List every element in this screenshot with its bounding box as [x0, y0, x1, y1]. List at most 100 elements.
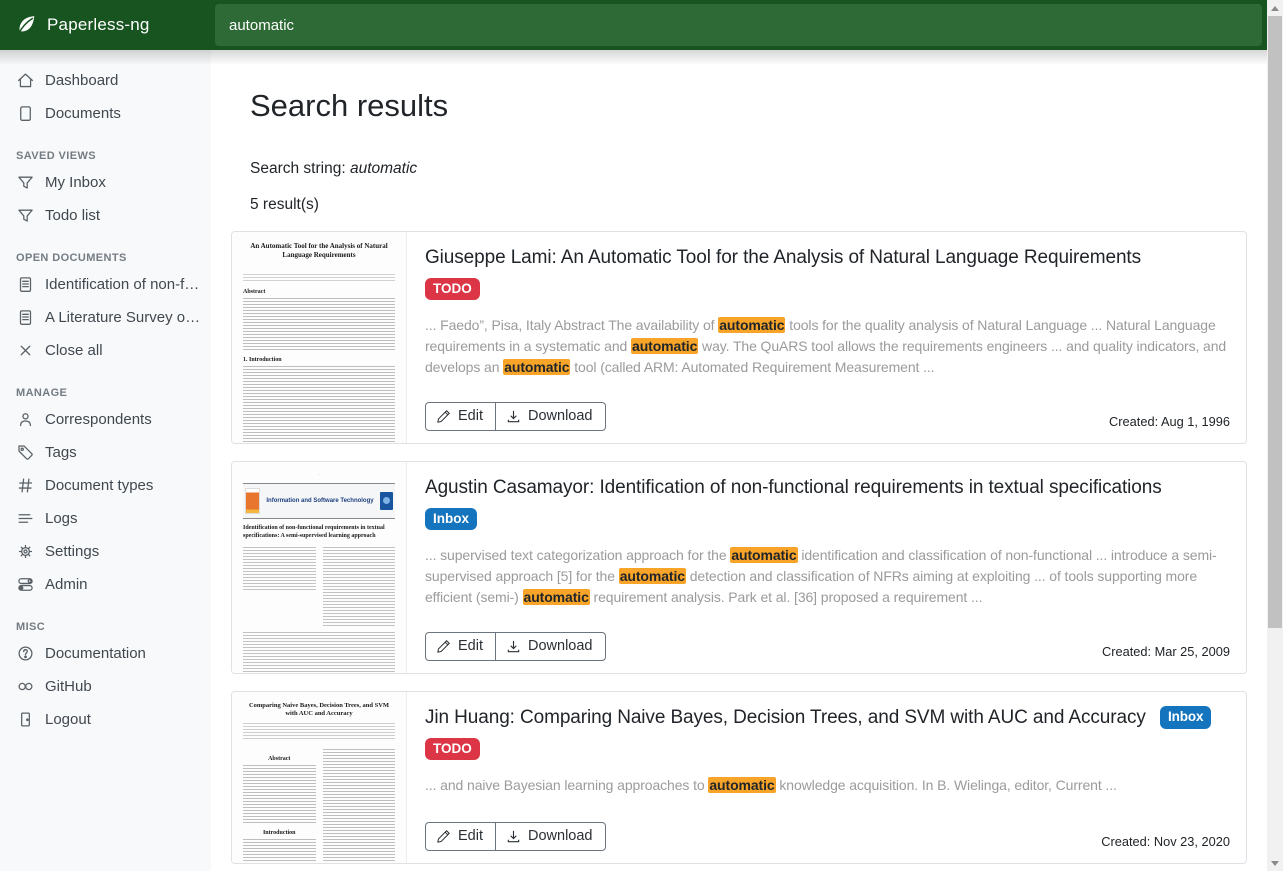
documents-icon: [17, 105, 34, 122]
sidebar-item-settings[interactable]: Settings: [0, 535, 211, 568]
download-button[interactable]: Download: [495, 402, 606, 431]
edit-button[interactable]: Edit: [425, 402, 496, 431]
snippet-text: knowledge acquisition. In B. Wielinga, e…: [776, 777, 1117, 793]
sidebar-item-logs[interactable]: Logs: [0, 502, 211, 535]
scrollbar-up-arrow-icon[interactable]: [1267, 0, 1283, 16]
result-actions: Edit Download: [425, 402, 606, 431]
download-icon: [506, 639, 521, 654]
close-icon: [17, 342, 34, 359]
person-icon: [17, 411, 34, 428]
pencil-icon: [436, 639, 451, 654]
scrollbar-thumb[interactable]: [1268, 16, 1282, 628]
download-icon: [506, 829, 521, 844]
download-button[interactable]: Download: [495, 822, 606, 851]
sidebar-item-label: Logout: [45, 711, 91, 728]
created-date: Created: Nov 23, 2020: [1101, 834, 1230, 851]
sidebar-item-identification-of-non-fu[interactable]: Identification of non-fu...: [0, 268, 211, 301]
tag-badge-todo[interactable]: TODO: [425, 278, 480, 301]
sidebar-item-document-types[interactable]: Document types: [0, 469, 211, 502]
sidebar-section-header: SAVED VIEWS: [16, 150, 195, 162]
sidebar-item-admin[interactable]: Admin: [0, 568, 211, 601]
journal-cover-logo: [380, 492, 393, 510]
document-thumbnail[interactable]: An Automatic Tool for the Analysis of Na…: [232, 232, 407, 443]
app-brand[interactable]: Paperless-ng: [0, 0, 211, 50]
sidebar-item-label: Document types: [45, 477, 153, 494]
document-thumbnail[interactable]: ·Information and Software TechnologyIden…: [232, 462, 407, 673]
snippet-text: ... Faedo”, Pisa, Italy Abstract The ava…: [425, 317, 718, 333]
edit-button[interactable]: Edit: [425, 822, 496, 851]
snippet-text: tool (called ARM: Automated Requirement …: [570, 359, 934, 375]
sidebar-item-my-inbox[interactable]: My Inbox: [0, 166, 211, 199]
page-title: Search results: [250, 88, 1247, 124]
sidebar-item-dashboard[interactable]: Dashboard: [0, 64, 211, 97]
result-count: 5 result(s): [250, 196, 1247, 214]
sidebar-item-documentation[interactable]: Documentation: [0, 637, 211, 670]
sidebar-item-label: Dashboard: [45, 72, 118, 89]
result-card-body: Giuseppe Lami: An Automatic Tool for the…: [407, 232, 1246, 443]
tag-icon: [17, 444, 34, 461]
sidebar-item-a-literature-survey-on[interactable]: A Literature Survey on ...: [0, 301, 211, 334]
result-footer: Edit Download Created: Mar 25, 2009: [425, 632, 1230, 661]
sidebar-item-label: Documents: [45, 105, 121, 122]
global-search-input[interactable]: [215, 4, 1262, 46]
search-result-card: An Automatic Tool for the Analysis of Na…: [231, 231, 1247, 444]
sidebar-item-label: My Inbox: [45, 174, 106, 191]
sidebar: Dashboard Documents SAVED VIEWS My Inbox Tod…: [0, 50, 211, 871]
search-highlight: automatic: [708, 777, 775, 793]
download-button[interactable]: Download: [495, 632, 606, 661]
snippet-text: ... and naive Bayesian learning approach…: [425, 777, 708, 793]
sidebar-item-documents[interactable]: Documents: [0, 97, 211, 130]
pencil-icon: [436, 409, 451, 424]
tag-badge-todo[interactable]: TODO: [425, 738, 480, 761]
sidebar-item-github[interactable]: GitHub: [0, 670, 211, 703]
main-content: Search results Search string: automatic …: [211, 50, 1267, 871]
created-date: Created: Aug 1, 1996: [1109, 414, 1230, 431]
sidebar-item-tags[interactable]: Tags: [0, 436, 211, 469]
sidebar-item-label: Close all: [45, 342, 103, 359]
question-icon: [17, 645, 34, 662]
sidebar-item-label: Logs: [45, 510, 78, 527]
edit-button[interactable]: Edit: [425, 632, 496, 661]
sidebar-section-header: MISC: [16, 621, 195, 633]
sidebar-item-label: Settings: [45, 543, 99, 560]
scrollbar-down-arrow-icon[interactable]: [1267, 855, 1283, 871]
result-title-link[interactable]: Jin Huang: Comparing Naive Bayes, Decisi…: [425, 707, 1146, 728]
app-title: Paperless-ng: [47, 15, 150, 35]
hash-icon: [17, 477, 34, 494]
list-icon: [17, 510, 34, 527]
download-icon: [506, 409, 521, 424]
created-date: Created: Mar 25, 2009: [1102, 644, 1230, 661]
tag-badge-inbox[interactable]: Inbox: [425, 508, 477, 531]
sidebar-item-correspondents[interactable]: Correspondents: [0, 403, 211, 436]
gear-icon: [17, 543, 34, 560]
sidebar-item-label: Tags: [45, 444, 77, 461]
result-title-link[interactable]: Giuseppe Lami: An Automatic Tool for the…: [425, 247, 1141, 268]
sidebar-item-logout[interactable]: Logout: [0, 703, 211, 736]
window-scrollbar[interactable]: [1267, 0, 1283, 871]
home-icon: [17, 72, 34, 89]
door-icon: [17, 711, 34, 728]
search-result-card: ·Information and Software TechnologyIden…: [231, 461, 1247, 674]
document-thumbnail[interactable]: Comparing Naive Bayes, Decision Trees, a…: [232, 692, 407, 863]
tag-badge-inbox[interactable]: Inbox: [1160, 706, 1212, 729]
result-tag-row: Inbox: [425, 508, 1230, 531]
result-title: Giuseppe Lami: An Automatic Tool for the…: [425, 245, 1230, 271]
result-snippet: ... and naive Bayesian learning approach…: [425, 775, 1230, 796]
sidebar-item-todo-list[interactable]: Todo list: [0, 199, 211, 232]
search-highlight: automatic: [619, 568, 686, 584]
search-highlight: automatic: [718, 317, 785, 333]
result-actions: Edit Download: [425, 632, 606, 661]
search-string-value: automatic: [350, 160, 417, 177]
result-title-link[interactable]: Agustin Casamayor: Identification of non…: [425, 477, 1162, 498]
result-actions: Edit Download: [425, 822, 606, 851]
link-icon: [17, 678, 34, 695]
result-card-body: Jin Huang: Comparing Naive Bayes, Decisi…: [407, 692, 1246, 863]
snippet-text: requirement analysis. Park et al. [36] p…: [590, 589, 983, 605]
search-highlight: automatic: [631, 338, 698, 354]
result-snippet: ... Faedo”, Pisa, Italy Abstract The ava…: [425, 315, 1230, 378]
sidebar-item-label: Admin: [45, 576, 88, 593]
sidebar-item-close-all[interactable]: Close all: [0, 334, 211, 367]
file-text-icon: [17, 309, 34, 326]
sidebar-item-label: A Literature Survey on ...: [45, 309, 201, 326]
sidebar-section-header: MANAGE: [16, 387, 195, 399]
